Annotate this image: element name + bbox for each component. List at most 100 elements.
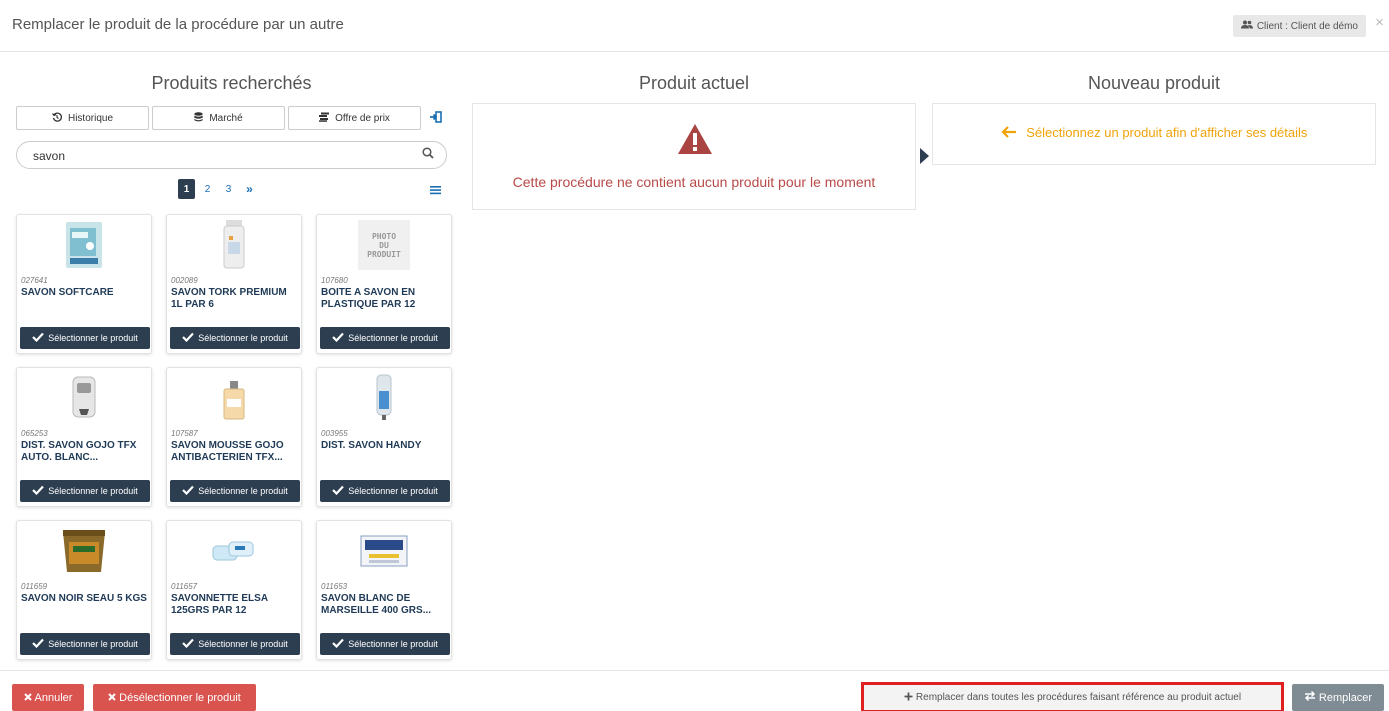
product-card[interactable]: 003955 DIST. SAVON HANDY Sélectionner le… bbox=[316, 367, 452, 507]
tab-offre-label: Offre de prix bbox=[335, 112, 390, 124]
product-image bbox=[59, 373, 109, 423]
cancel-label: Annuler bbox=[34, 691, 73, 704]
new-product-hint: Sélectionnez un produit afin d'afficher … bbox=[933, 125, 1375, 141]
current-product-panel: Cette procédure ne contient aucun produi… bbox=[472, 103, 916, 210]
deselect-product-button[interactable]: Désélectionner le produit bbox=[93, 684, 256, 711]
select-product-label: Sélectionner le produit bbox=[48, 333, 138, 343]
next-page-icon[interactable]: » bbox=[241, 179, 258, 199]
select-product-button[interactable]: Sélectionner le produit bbox=[170, 633, 300, 655]
exchange-icon bbox=[1304, 690, 1316, 704]
tab-historique-label: Historique bbox=[67, 112, 114, 124]
replace-in-all-procedures-button[interactable]: Remplacer dans toutes les procédures fai… bbox=[861, 682, 1284, 711]
select-product-label: Sélectionner le produit bbox=[198, 639, 288, 649]
tab-offre-de-prix[interactable]: Offre de prix bbox=[288, 106, 421, 130]
select-product-button[interactable]: Sélectionner le produit bbox=[20, 327, 150, 349]
product-card[interactable]: 011659 SAVON NOIR SEAU 5 KGS Sélectionne… bbox=[16, 520, 152, 660]
product-name: SAVON BLANC DE MARSEILLE 400 GRS... bbox=[321, 593, 432, 616]
check-icon bbox=[182, 332, 195, 344]
replace-button[interactable]: Remplacer bbox=[1292, 684, 1384, 711]
replace-all-label: Remplacer dans toutes les procédures fai… bbox=[915, 692, 1242, 703]
product-code: 011659 bbox=[21, 582, 48, 591]
current-product-empty-message: Cette procédure ne contient aucun produi… bbox=[512, 174, 876, 190]
product-card[interactable]: 027641 SAVON SOFTCARE Sélectionner le pr… bbox=[16, 214, 152, 354]
product-code: 002089 bbox=[171, 276, 198, 285]
new-product-message: Sélectionnez un produit afin d'afficher … bbox=[1026, 125, 1308, 140]
select-product-button[interactable]: Sélectionner le produit bbox=[320, 633, 450, 655]
select-product-label: Sélectionner le produit bbox=[48, 639, 138, 649]
select-product-label: Sélectionner le produit bbox=[348, 486, 438, 496]
tab-historique[interactable]: Historique bbox=[16, 106, 149, 130]
search-input[interactable] bbox=[33, 147, 413, 165]
coins-icon bbox=[319, 112, 330, 125]
search-icon[interactable] bbox=[422, 147, 434, 162]
tab-marche[interactable]: Marché bbox=[152, 106, 285, 130]
page-3[interactable]: 3 bbox=[220, 179, 237, 199]
pagination: 1 2 3 » bbox=[178, 179, 258, 199]
product-card[interactable]: PHOTO DU PRODUIT 107680 BOITE A SAVON EN… bbox=[316, 214, 452, 354]
product-code: 065253 bbox=[21, 429, 48, 438]
search-source-tabs: Historique Marché Offre de prix bbox=[16, 106, 421, 130]
product-search bbox=[16, 141, 447, 169]
product-image bbox=[59, 526, 109, 576]
product-image bbox=[209, 220, 259, 270]
modal-footer: Annuler Désélectionner le produit Rempla… bbox=[0, 670, 1389, 711]
client-badge[interactable]: Client : Client de démo bbox=[1232, 15, 1366, 37]
product-code: 011653 bbox=[321, 582, 348, 591]
arrow-right-icon bbox=[920, 148, 929, 164]
product-name: SAVON TORK PREMIUM 1L PAR 6 bbox=[171, 287, 287, 310]
arrow-left-icon bbox=[1001, 126, 1017, 141]
check-icon bbox=[32, 485, 45, 497]
product-card[interactable]: 002089 SAVON TORK PREMIUM 1L PAR 6 Sélec… bbox=[166, 214, 302, 354]
product-name: SAVONNETTE ELSA 125GRS PAR 12 bbox=[171, 593, 268, 616]
page-1[interactable]: 1 bbox=[178, 179, 195, 199]
warning-icon bbox=[677, 123, 713, 160]
product-card[interactable]: 107587 SAVON MOUSSE GOJO ANTIBACTERIEN T… bbox=[166, 367, 302, 507]
product-code: 003955 bbox=[321, 429, 348, 438]
product-image bbox=[59, 220, 109, 270]
select-product-button[interactable]: Sélectionner le produit bbox=[170, 480, 300, 502]
product-image bbox=[359, 373, 409, 423]
page-2[interactable]: 2 bbox=[199, 179, 216, 199]
import-icon[interactable] bbox=[430, 111, 442, 126]
check-icon bbox=[32, 332, 45, 344]
photo-placeholder: PHOTO DU PRODUIT bbox=[358, 220, 410, 270]
left-column-title: Produits recherchés bbox=[151, 73, 312, 93]
check-icon bbox=[332, 332, 345, 344]
client-label: Client : Client de démo bbox=[1256, 20, 1358, 32]
close-icon[interactable]: × bbox=[1375, 14, 1384, 31]
placeholder-line-2: DU bbox=[379, 240, 389, 250]
select-product-label: Sélectionner le produit bbox=[198, 486, 288, 496]
plus-icon bbox=[904, 692, 913, 704]
select-product-button[interactable]: Sélectionner le produit bbox=[320, 327, 450, 349]
tab-marche-label: Marché bbox=[209, 112, 243, 124]
product-image bbox=[359, 526, 409, 576]
product-code: 011657 bbox=[171, 582, 198, 591]
product-name: SAVON MOUSSE GOJO ANTIBACTERIEN TFX... bbox=[171, 440, 284, 463]
times-icon bbox=[108, 692, 116, 704]
select-product-button[interactable]: Sélectionner le produit bbox=[320, 480, 450, 502]
product-card[interactable]: 011657 SAVONNETTE ELSA 125GRS PAR 12 Sél… bbox=[166, 520, 302, 660]
product-card[interactable]: 011653 SAVON BLANC DE MARSEILLE 400 GRS.… bbox=[316, 520, 452, 660]
product-name: SAVON SOFTCARE bbox=[21, 287, 114, 298]
select-product-label: Sélectionner le produit bbox=[48, 486, 138, 496]
select-product-button[interactable]: Sélectionner le produit bbox=[20, 633, 150, 655]
product-code: 027641 bbox=[21, 276, 48, 285]
modal-title: Remplacer le produit de la procédure par… bbox=[12, 16, 344, 33]
history-icon bbox=[52, 112, 62, 125]
list-view-icon[interactable] bbox=[430, 183, 441, 198]
select-product-button[interactable]: Sélectionner le produit bbox=[20, 480, 150, 502]
right-column-title: Nouveau produit bbox=[1087, 73, 1221, 93]
new-product-panel: Sélectionnez un produit afin d'afficher … bbox=[932, 103, 1376, 165]
select-product-button[interactable]: Sélectionner le produit bbox=[170, 327, 300, 349]
product-image bbox=[209, 526, 259, 576]
select-product-label: Sélectionner le produit bbox=[198, 333, 288, 343]
product-name: BOITE A SAVON EN PLASTIQUE PAR 12 bbox=[321, 287, 416, 310]
product-name: DIST. SAVON HANDY bbox=[321, 440, 422, 451]
deselect-label: Désélectionner le produit bbox=[119, 691, 241, 704]
product-card[interactable]: 065253 DIST. SAVON GOJO TFX AUTO. BLANC.… bbox=[16, 367, 152, 507]
modal-header: Remplacer le produit de la procédure par… bbox=[0, 0, 1389, 52]
cancel-button[interactable]: Annuler bbox=[12, 684, 84, 711]
check-icon bbox=[332, 638, 345, 650]
placeholder-line-3: PRODUIT bbox=[367, 249, 401, 259]
check-icon bbox=[182, 485, 195, 497]
